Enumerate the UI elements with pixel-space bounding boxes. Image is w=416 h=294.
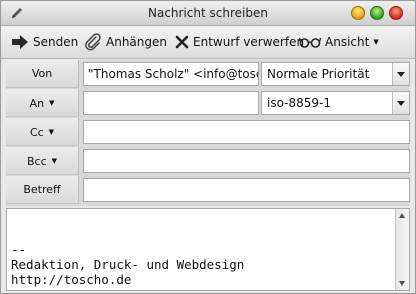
- glasses-icon: [299, 37, 321, 48]
- caret-down-icon: ▼: [49, 99, 55, 107]
- chevron-down-icon: [392, 63, 409, 85]
- x-icon: [175, 35, 189, 49]
- paperclip-icon: [85, 33, 101, 51]
- body-line: --: [11, 242, 27, 257]
- header-fields: Von "Thomas Scholz" <info@toscho.de> Nor…: [6, 60, 410, 206]
- charset-select[interactable]: iso-8859-1: [261, 91, 410, 115]
- cc-label[interactable]: Cc ▼: [6, 118, 79, 146]
- send-button[interactable]: Senden: [11, 32, 78, 52]
- message-body[interactable]: -- Redaktion, Druck- und Webdesign http://…: [6, 208, 410, 291]
- close-button[interactable]: [389, 6, 403, 20]
- send-label: Senden: [33, 35, 79, 49]
- view-menu-button[interactable]: Ansicht ▼: [299, 32, 379, 52]
- chevron-down-icon: [392, 92, 409, 114]
- caret-down-icon: ▼: [48, 128, 55, 136]
- to-row: An ▼ iso-8859-1: [6, 89, 410, 118]
- scroll-down-button[interactable]: [396, 277, 409, 290]
- bcc-field[interactable]: [83, 149, 410, 173]
- bcc-label[interactable]: Bcc ▼: [6, 147, 79, 175]
- scroll-up-button[interactable]: [396, 209, 409, 222]
- toolbar: Senden Anhängen Entwurf verwerfen Ansich…: [1, 26, 415, 59]
- minimize-button[interactable]: [351, 6, 365, 20]
- bcc-row: Bcc ▼: [6, 147, 410, 176]
- signature-text: -- Redaktion, Druck- und Webdesign http://…: [11, 242, 244, 287]
- title-bar[interactable]: Nachricht schreiben: [1, 1, 415, 26]
- view-label: Ansicht: [325, 35, 370, 49]
- subject-label: Betreff: [6, 176, 79, 204]
- cc-row: Cc ▼: [6, 118, 410, 147]
- send-arrow-icon: [12, 35, 28, 49]
- compose-window: Nachricht schreiben Senden Anhängen Entw…: [0, 0, 416, 294]
- to-label[interactable]: An ▼: [6, 89, 79, 117]
- discard-label: Entwurf verwerfen: [193, 35, 305, 49]
- caret-down-icon: ▼: [51, 157, 58, 165]
- discard-draft-button[interactable]: Entwurf verwerfen: [175, 32, 304, 52]
- attach-label: Anhängen: [106, 35, 167, 49]
- body-line: http://toscho.de: [11, 272, 132, 287]
- subject-field[interactable]: [83, 178, 410, 202]
- subject-row: Betreff: [6, 176, 410, 205]
- chevron-down-icon: ▼: [373, 38, 379, 46]
- charset-value: iso-8859-1: [267, 96, 331, 110]
- from-label: Von: [6, 60, 79, 88]
- cc-field[interactable]: [83, 120, 410, 144]
- to-field[interactable]: [83, 91, 259, 115]
- attach-button[interactable]: Anhängen: [84, 32, 167, 52]
- body-line: Redaktion, Druck- und Webdesign: [11, 257, 245, 272]
- from-field[interactable]: "Thomas Scholz" <info@toscho.de>: [83, 62, 259, 86]
- zoom-button[interactable]: [370, 6, 384, 20]
- vertical-scrollbar[interactable]: [395, 209, 409, 290]
- priority-select[interactable]: Normale Priorität: [261, 62, 410, 86]
- priority-value: Normale Priorität: [267, 67, 370, 81]
- from-row: Von "Thomas Scholz" <info@toscho.de> Nor…: [6, 60, 410, 89]
